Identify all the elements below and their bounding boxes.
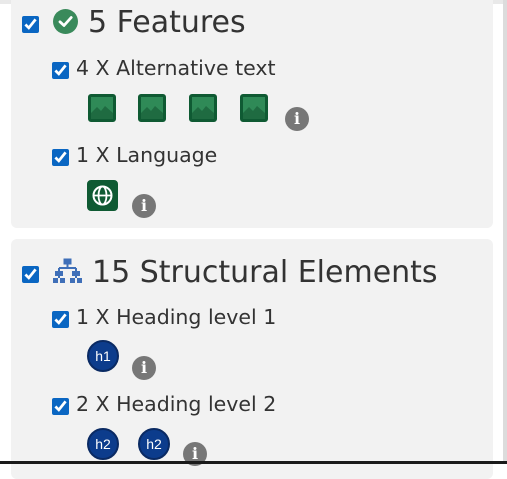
heading-level-2-label: 2 X Heading level 2 <box>76 392 277 416</box>
info-icon[interactable]: i <box>285 107 309 131</box>
h1-badge[interactable]: h1 <box>87 340 119 372</box>
heading-level-1-checkbox[interactable] <box>52 311 69 328</box>
alt-text-label: 4 X Alternative text <box>76 56 276 80</box>
image-icon[interactable] <box>88 94 116 122</box>
globe-icon[interactable] <box>87 180 118 211</box>
image-icon[interactable] <box>138 94 166 122</box>
heading-level-1-label: 1 X Heading level 1 <box>76 305 277 329</box>
language-label: 1 X Language <box>76 143 218 167</box>
h2-badge[interactable]: h2 <box>87 428 119 460</box>
image-icon[interactable] <box>189 94 217 122</box>
sitemap-icon <box>53 258 82 283</box>
h2-badge[interactable]: h2 <box>138 428 170 460</box>
info-icon[interactable]: i <box>132 194 156 218</box>
check-circle-icon <box>53 9 78 34</box>
features-checkbox[interactable] <box>22 16 39 33</box>
structural-checkbox[interactable] <box>22 266 39 283</box>
alt-text-checkbox[interactable] <box>52 62 69 79</box>
heading-level-2-checkbox[interactable] <box>52 398 69 415</box>
image-icon[interactable] <box>240 94 268 122</box>
structural-title: 15 Structural Elements <box>92 255 438 290</box>
features-title: 5 Features <box>88 5 246 40</box>
info-icon[interactable]: i <box>132 356 156 380</box>
language-checkbox[interactable] <box>52 149 69 166</box>
window-right-edge <box>503 0 507 464</box>
